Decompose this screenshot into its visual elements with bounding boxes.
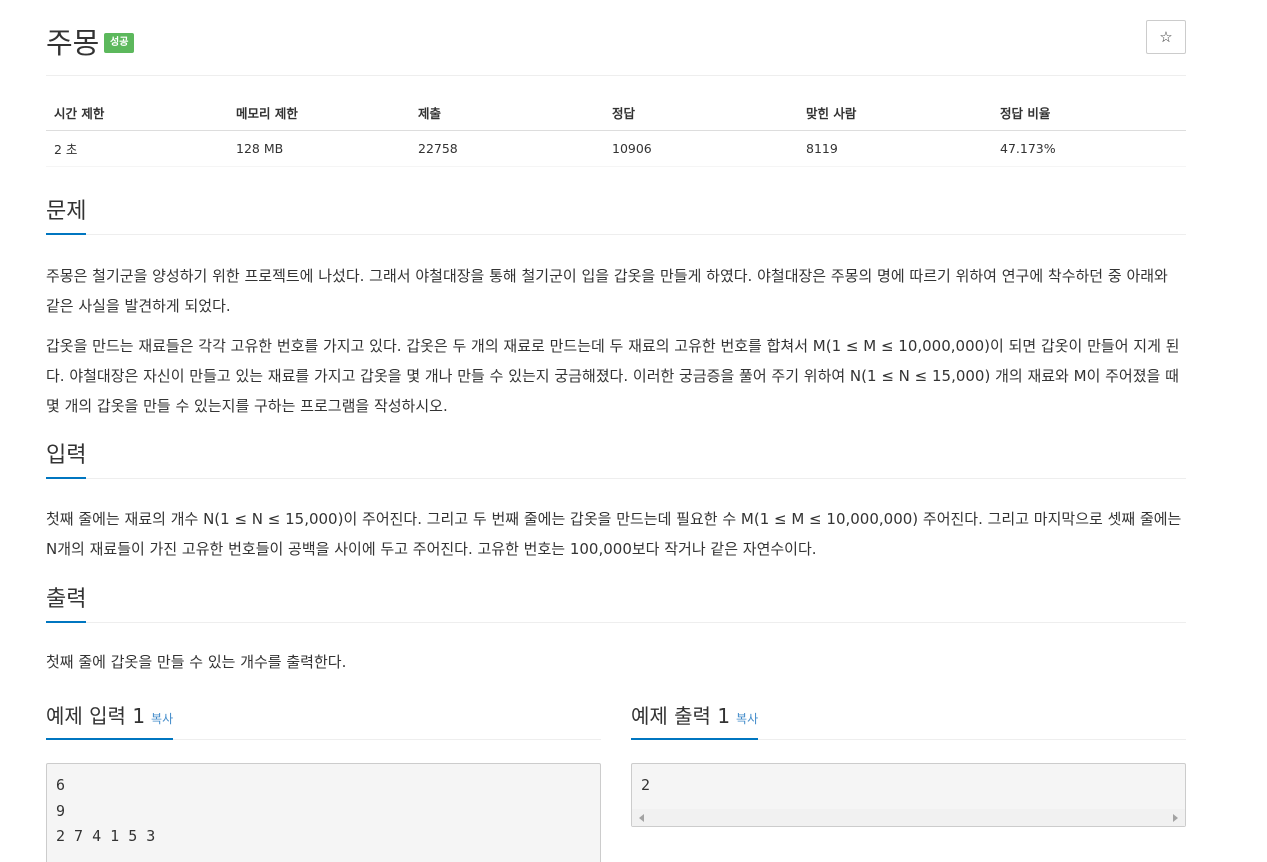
header-accepted: 정답 — [604, 96, 798, 131]
sample-input-title: 예제 입력 1 — [46, 704, 146, 728]
description-paragraph-2: 갑옷을 만드는 재료들은 각각 고유한 번호를 가지고 있다. 갑옷은 두 개의… — [46, 337, 1180, 415]
problem-info-table: 시간 제한 메모리 제한 제출 정답 맞힌 사람 정답 비율 2 초 128 M… — [46, 96, 1186, 167]
input-section-header: 입력 — [46, 443, 1186, 479]
scroll-right-icon[interactable] — [1173, 814, 1178, 822]
header-submissions: 제출 — [410, 96, 604, 131]
value-submissions: 22758 — [410, 130, 604, 167]
sample-output-header: 예제 출력 1 복사 — [631, 703, 1186, 740]
description-section-header: 문제 — [46, 199, 1186, 235]
title-row: 주몽 성공 ☆ — [46, 0, 1186, 76]
header-solved-users: 맞힌 사람 — [798, 96, 992, 131]
sample-input-header: 예제 입력 1 복사 — [46, 703, 601, 740]
input-heading: 입력 — [46, 443, 87, 479]
header-accept-ratio: 정답 비율 — [992, 96, 1186, 131]
value-memory-limit: 128 MB — [228, 130, 410, 167]
description-paragraph-1: 주몽은 철기군을 양성하기 위한 프로젝트에 나섰다. 그래서 야철대장을 통해… — [46, 267, 1168, 315]
value-solved-users: 8119 — [798, 130, 992, 167]
copy-sample-input-link[interactable]: 복사 — [151, 712, 173, 726]
header-time-limit: 시간 제한 — [46, 96, 228, 131]
favorite-button[interactable]: ☆ — [1146, 20, 1186, 54]
status-badge: 성공 — [104, 33, 135, 53]
info-header-row: 시간 제한 메모리 제한 제출 정답 맞힌 사람 정답 비율 — [46, 96, 1186, 131]
sample-output-title: 예제 출력 1 — [631, 704, 731, 728]
horizontal-scrollbar[interactable] — [632, 809, 1185, 826]
description-heading: 문제 — [46, 199, 87, 235]
star-icon: ☆ — [1159, 29, 1173, 46]
value-time-limit: 2 초 — [46, 130, 228, 167]
sample-input-box: 6 9 2 7 4 1 5 3 — [46, 763, 601, 862]
sample-output-container: 2 — [631, 763, 1186, 827]
scroll-left-icon[interactable] — [639, 814, 644, 822]
copy-sample-output-link[interactable]: 복사 — [736, 712, 758, 726]
problem-page: 주몽 성공 ☆ 시간 제한 메모리 제한 제출 정답 맞힌 사람 정답 비율 2… — [46, 0, 1186, 862]
sample-output-heading: 예제 출력 1 복사 — [631, 703, 759, 740]
output-heading: 출력 — [46, 587, 87, 623]
output-section-header: 출력 — [46, 587, 1186, 623]
header-memory-limit: 메모리 제한 — [228, 96, 410, 131]
value-accept-ratio: 47.173% — [992, 130, 1186, 167]
info-value-row: 2 초 128 MB 22758 10906 8119 47.173% — [46, 130, 1186, 167]
problem-title: 주몽 — [46, 26, 100, 60]
output-description: 첫째 줄에 갑옷을 만들 수 있는 개수를 출력한다. — [46, 653, 347, 671]
sample-output-text: 2 — [641, 776, 651, 794]
input-description: 첫째 줄에는 재료의 개수 N(1 ≤ N ≤ 15,000)이 주어진다. 그… — [46, 510, 1182, 558]
value-accepted: 10906 — [604, 130, 798, 167]
sample-input-heading: 예제 입력 1 복사 — [46, 703, 174, 740]
